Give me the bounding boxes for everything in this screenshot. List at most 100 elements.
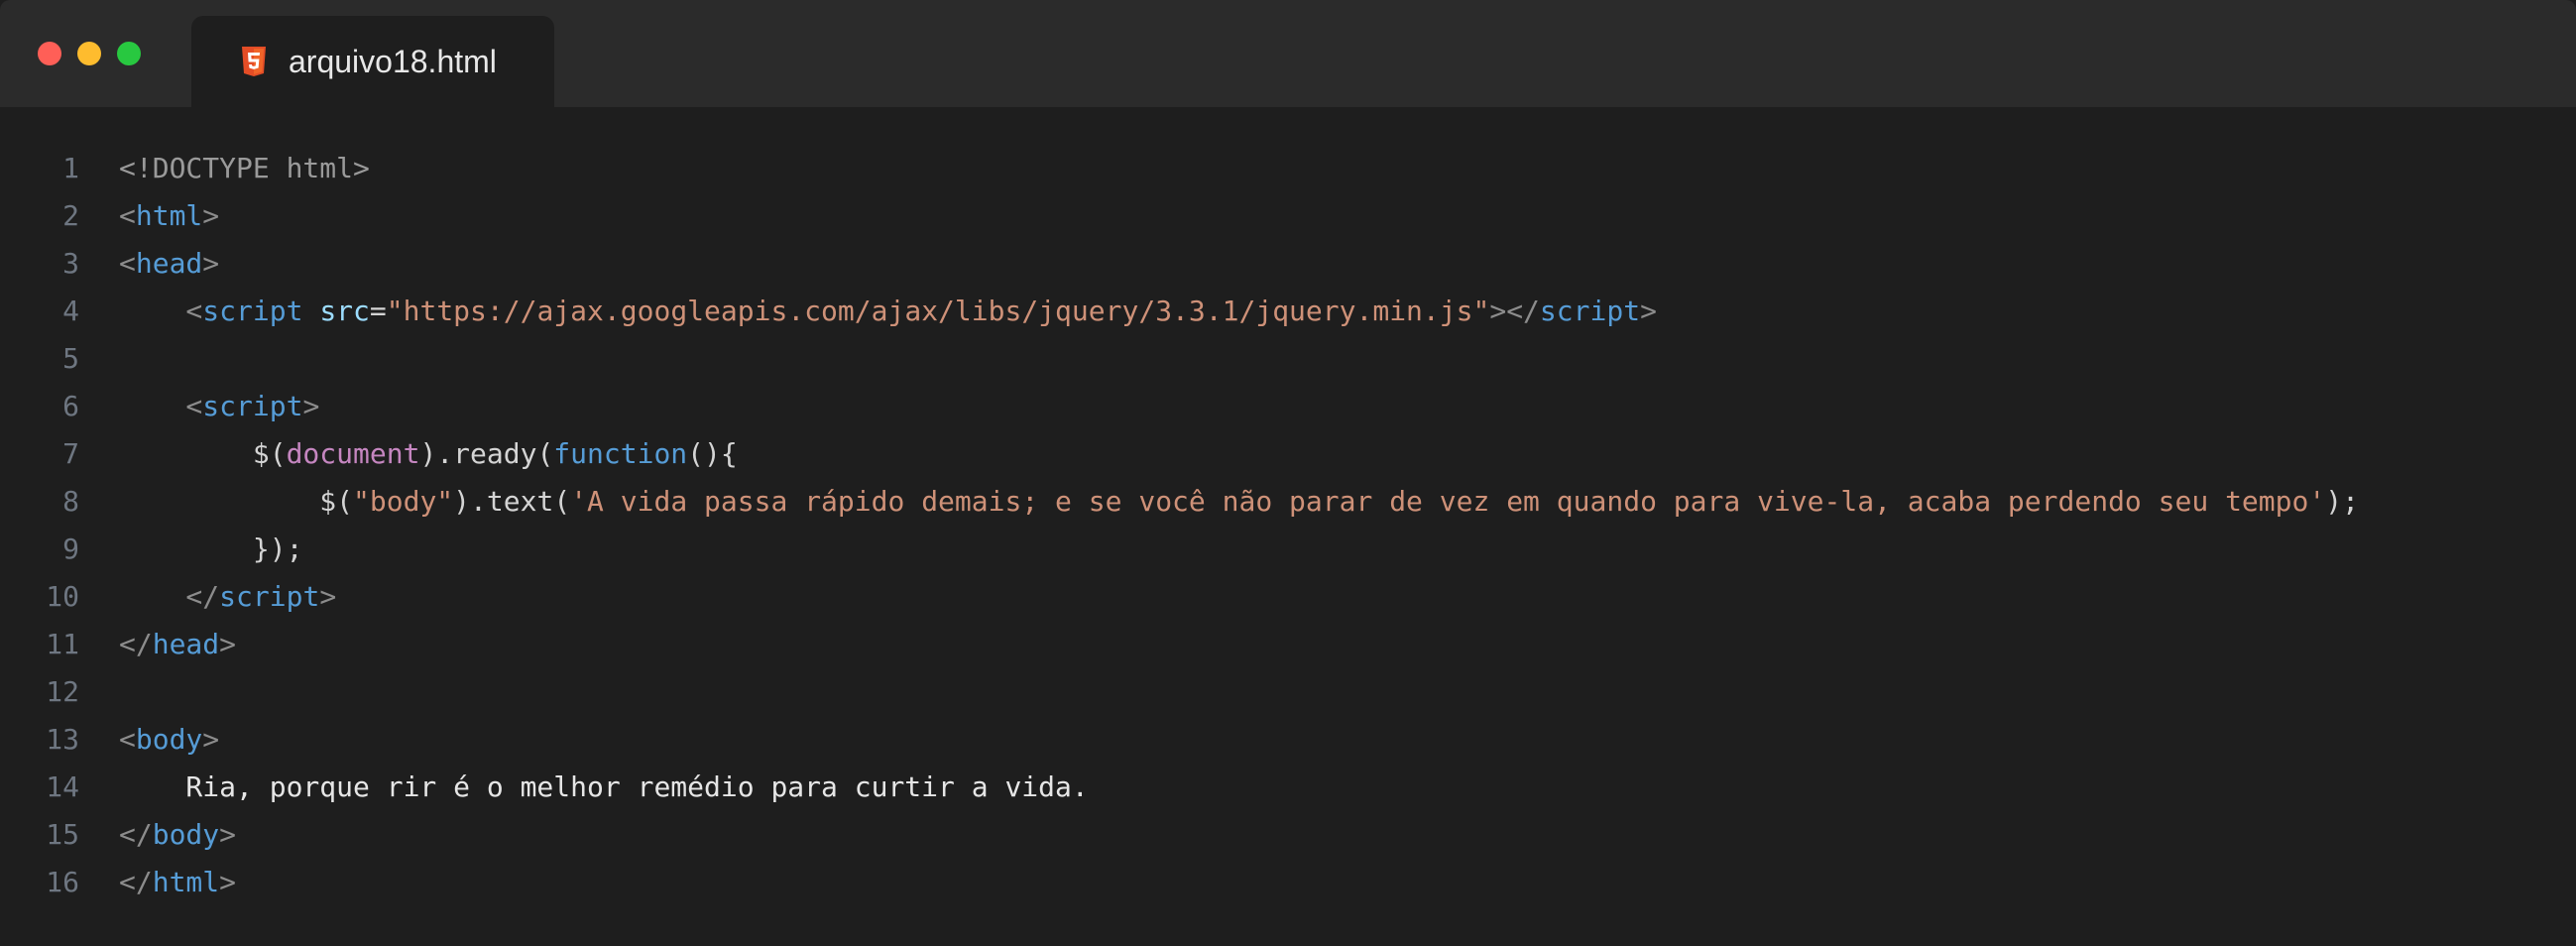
line-number: 14	[46, 770, 79, 803]
code-token: <	[119, 199, 136, 232]
code-content: </body>	[119, 811, 236, 859]
code-line[interactable]: 8 $("body").text('A vida passa rápido de…	[0, 478, 2576, 526]
code-content: <body>	[119, 716, 219, 764]
code-token: =	[369, 295, 387, 327]
code-line[interactable]: 15 </body>	[0, 811, 2576, 859]
line-number: 5	[62, 342, 79, 375]
code-line[interactable]: 4 <script src="https://ajax.googleapis.c…	[0, 288, 2576, 335]
minimize-window-button[interactable]	[77, 42, 101, 65]
code-token: html	[135, 199, 203, 232]
code-content: });	[119, 526, 303, 573]
code-token: src	[319, 295, 370, 327]
line-number: 2	[62, 199, 79, 232]
code-content: Ria, porque rir é o melhor remédio para …	[119, 764, 1089, 811]
code-content: <!DOCTYPE html>	[119, 145, 370, 192]
code-token: });	[119, 532, 303, 565]
code-line[interactable]: 16 </html>	[0, 859, 2576, 906]
code-token: script	[202, 295, 303, 327]
tab-arquivo18[interactable]: arquivo18.html	[191, 16, 554, 107]
code-line[interactable]: 6 <script>	[0, 383, 2576, 430]
line-number: 9	[62, 532, 79, 565]
code-token: </	[119, 580, 220, 613]
code-token: body	[152, 818, 220, 851]
code-token: </	[119, 866, 153, 898]
line-number: 15	[46, 818, 79, 851]
code-token: <	[119, 247, 136, 280]
code-line[interactable]: 14 Ria, porque rir é o melhor remédio pa…	[0, 764, 2576, 811]
code-content: </head>	[119, 621, 236, 668]
code-line[interactable]: 9 });	[0, 526, 2576, 573]
code-token: $(	[119, 437, 287, 470]
code-token: );	[2325, 485, 2359, 518]
code-window: arquivo18.html 1 <!DOCTYPE html> 2 <html> 3 <…	[0, 0, 2576, 946]
code-token: >	[202, 723, 220, 756]
code-token: ).ready(	[419, 437, 554, 470]
code-token: >	[219, 818, 237, 851]
code-line[interactable]: 3 <head>	[0, 240, 2576, 288]
code-token: html	[152, 866, 220, 898]
code-content: $("body").text('A vida passa rápido dema…	[119, 478, 2359, 526]
code-token: 'A vida passa rápido demais; e se você n…	[570, 485, 2326, 518]
code-token: head	[135, 247, 203, 280]
code-content: $(document).ready(function(){	[119, 430, 738, 478]
title-bar: arquivo18.html	[0, 0, 2576, 107]
line-number: 7	[62, 437, 79, 470]
code-content: <script src="https://ajax.googleapis.com…	[119, 288, 1657, 335]
line-number: 4	[62, 295, 79, 327]
code-line[interactable]: 13 <body>	[0, 716, 2576, 764]
code-content: </html>	[119, 859, 236, 906]
line-number: 13	[46, 723, 79, 756]
code-content: </script>	[119, 573, 336, 621]
code-token: head	[152, 628, 220, 660]
code-token: script	[219, 580, 320, 613]
line-number: 8	[62, 485, 79, 518]
html5-icon	[242, 47, 266, 76]
code-editor[interactable]: 1 <!DOCTYPE html> 2 <html> 3 <head> 4 <script …	[0, 145, 2576, 906]
code-content: <html>	[119, 192, 219, 240]
code-token: <	[119, 390, 203, 422]
code-token: >	[219, 866, 237, 898]
code-token: <	[119, 723, 136, 756]
code-token: ).text(	[453, 485, 571, 518]
line-number: 11	[46, 628, 79, 660]
tab-label: arquivo18.html	[289, 44, 497, 79]
line-number: 10	[46, 580, 79, 613]
line-number: 12	[46, 675, 79, 708]
code-token: Ria, porque rir é o melhor remédio para …	[119, 770, 1089, 803]
code-token: "https://ajax.googleapis.com/ajax/libs/j…	[386, 295, 1490, 327]
code-line[interactable]: 2 <html>	[0, 192, 2576, 240]
code-token: script	[1539, 295, 1641, 327]
code-token: >	[202, 199, 220, 232]
code-token: ></	[1489, 295, 1540, 327]
line-number: 6	[62, 390, 79, 422]
code-content: <head>	[119, 240, 219, 288]
code-token: >	[302, 390, 320, 422]
code-token: body	[135, 723, 203, 756]
code-token: </	[119, 818, 153, 851]
code-token: </	[119, 628, 153, 660]
close-window-button[interactable]	[38, 42, 61, 65]
line-number: 3	[62, 247, 79, 280]
maximize-window-button[interactable]	[117, 42, 141, 65]
line-number: 1	[62, 152, 79, 184]
code-line[interactable]: 7 $(document).ready(function(){	[0, 430, 2576, 478]
code-line[interactable]: 12	[0, 668, 2576, 716]
code-token: <!DOCTYPE html>	[119, 152, 370, 184]
code-token: document	[286, 437, 420, 470]
code-line[interactable]: 11 </head>	[0, 621, 2576, 668]
code-content: <script>	[119, 383, 319, 430]
code-token: (){	[687, 437, 738, 470]
code-line[interactable]: 5	[0, 335, 2576, 383]
line-number: 16	[46, 866, 79, 898]
code-line[interactable]: 1 <!DOCTYPE html>	[0, 145, 2576, 192]
code-token: "body"	[353, 485, 454, 518]
code-line[interactable]: 10 </script>	[0, 573, 2576, 621]
code-token: script	[202, 390, 303, 422]
code-token: >	[202, 247, 220, 280]
code-token: <	[119, 295, 203, 327]
code-token: >	[1640, 295, 1657, 327]
code-token: $(	[119, 485, 354, 518]
code-token: >	[319, 580, 337, 613]
code-token: function	[553, 437, 688, 470]
